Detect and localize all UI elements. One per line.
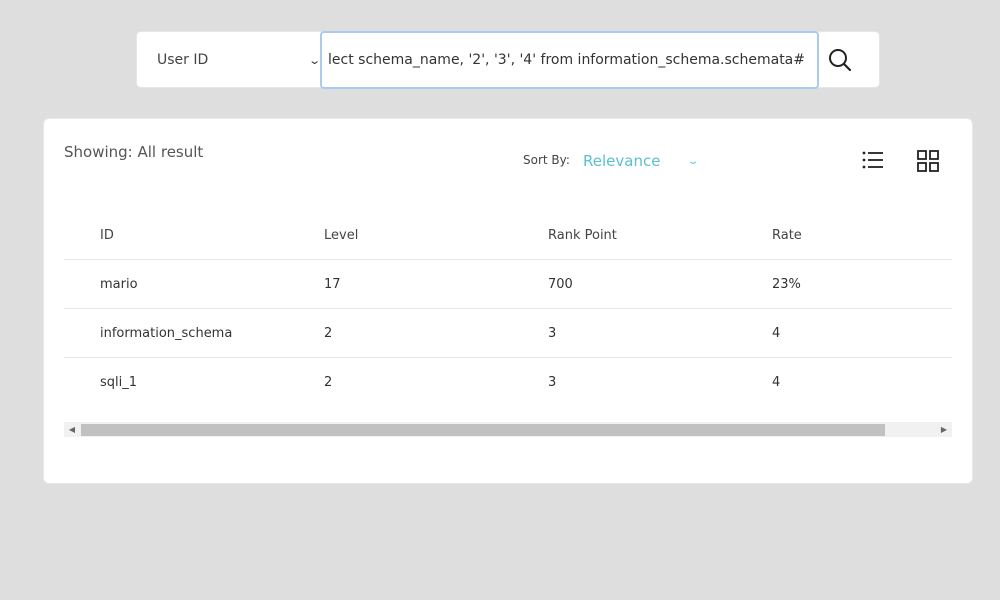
table-row[interactable]: sqli_1 2 3 4 — [64, 358, 952, 407]
table-header-row: ID Level Rank Point Rate — [64, 212, 952, 260]
search-button[interactable] — [827, 47, 853, 73]
list-view-icon — [862, 151, 883, 169]
horizontal-scrollbar[interactable]: ◀ ▶ — [64, 422, 952, 437]
scrollbar-thumb[interactable] — [81, 424, 885, 436]
cell-id: sqli_1 — [100, 375, 138, 390]
cell-rank-point: 3 — [548, 325, 557, 341]
chevron-down-icon: ⌄ — [686, 155, 700, 167]
column-header-rate[interactable]: Rate — [772, 212, 802, 259]
sort-by-value: Relevance — [583, 152, 661, 170]
column-header-id[interactable]: ID — [100, 212, 114, 259]
cell-rate: 4 — [772, 375, 781, 390]
column-header-rank-point[interactable]: Rank Point — [548, 212, 617, 259]
results-table: ID Level Rank Point Rate mario 17 700 23… — [64, 212, 952, 407]
column-header-level[interactable]: Level — [324, 212, 358, 259]
search-icon — [829, 49, 852, 72]
cell-rank-point: 3 — [548, 375, 557, 390]
cell-level: 2 — [324, 375, 333, 390]
cell-rate: 23% — [772, 276, 801, 292]
search-input-value: lect schema_name, '2', '3', '4' from inf… — [328, 52, 805, 68]
scroll-right-icon[interactable]: ▶ — [936, 422, 952, 437]
cell-level: 2 — [324, 325, 333, 341]
cell-id: information_schema — [100, 325, 233, 341]
results-showing-label: Showing: All result — [64, 143, 204, 161]
sort-by-label: Sort By: — [523, 153, 570, 167]
search-filter-value: User ID — [157, 52, 209, 68]
grid-view-button[interactable] — [917, 150, 939, 172]
search-filter-select[interactable]: User ID ⌄ — [145, 40, 323, 80]
list-view-button[interactable] — [862, 151, 884, 169]
grid-view-icon — [917, 150, 939, 172]
sort-by-select[interactable]: Relevance ⌄ — [583, 150, 699, 172]
chevron-down-icon: ⌄ — [307, 53, 321, 67]
cell-id: mario — [100, 276, 138, 292]
results-card: Showing: All result Sort By: Relevance ⌄ — [43, 118, 973, 484]
search-input[interactable]: lect schema_name, '2', '3', '4' from inf… — [320, 31, 819, 89]
table-row[interactable]: mario 17 700 23% — [64, 260, 952, 309]
cell-rate: 4 — [772, 325, 781, 341]
cell-level: 17 — [324, 276, 341, 292]
cell-rank-point: 700 — [548, 276, 573, 292]
scroll-left-icon[interactable]: ◀ — [64, 422, 80, 437]
page: User ID ⌄ lect schema_name, '2', '3', '4… — [0, 0, 1000, 600]
table-row[interactable]: information_schema 2 3 4 — [64, 309, 952, 358]
search-bar: User ID ⌄ lect schema_name, '2', '3', '4… — [136, 31, 880, 89]
